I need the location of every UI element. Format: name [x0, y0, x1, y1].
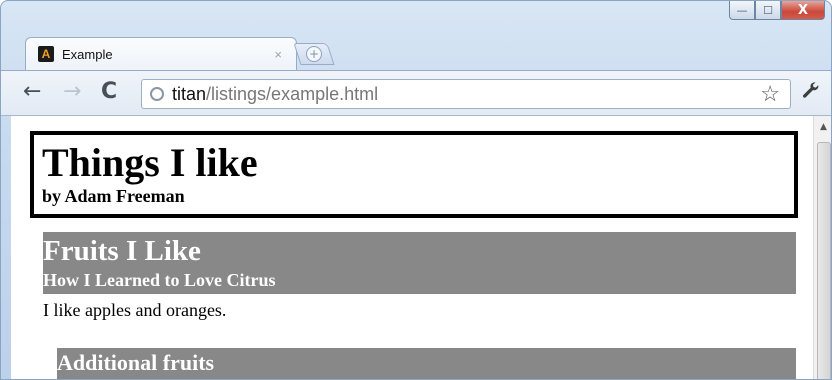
wrench-icon-graphic — [803, 82, 819, 98]
maximize-button[interactable]: ☐ — [755, 1, 781, 20]
new-tab-button[interactable]: + — [293, 43, 335, 65]
additional-fruits-header: Additional fruits — [57, 348, 796, 379]
tab-example[interactable]: A Example × — [25, 37, 297, 70]
scroll-up-arrow-icon[interactable]: ▲ — [814, 122, 831, 132]
tab-title: Example — [62, 46, 113, 62]
page-viewport: Things I like by Adam Freeman Fruits I L… — [11, 116, 831, 379]
section-paragraph: I like apples and oranges. — [43, 300, 227, 320]
section-title: Fruits I Like — [43, 235, 201, 267]
favicon-letter: A — [41, 47, 51, 61]
bookmark-star-icon[interactable]: ☆ — [760, 81, 780, 107]
page-subtitle: by Adam Freeman — [42, 186, 185, 206]
subsection-title: Additional fruits — [57, 350, 215, 375]
scrollbar-thumb[interactable] — [817, 142, 831, 379]
section-subtitle: How I Learned to Love Citrus — [43, 270, 276, 290]
page-title: Things I like — [42, 140, 258, 185]
address-bar[interactable]: titan /listings/example.html ☆ — [141, 79, 791, 109]
globe-icon — [150, 87, 164, 101]
vertical-scrollbar[interactable]: ▲ — [813, 116, 831, 379]
browser-toolbar: ← → C titan /listings/example.html ☆ — [1, 70, 831, 116]
reload-icon[interactable]: C — [101, 79, 117, 105]
favicon-icon: A — [38, 46, 54, 62]
tab-close-icon[interactable]: × — [274, 47, 282, 62]
close-window-button[interactable]: X — [781, 1, 825, 20]
window-caption-buttons: — ☐ X — [729, 1, 825, 21]
url-host: titan — [172, 83, 207, 104]
wrench-icon[interactable] — [801, 80, 821, 105]
url-path: /listings/example.html — [206, 83, 379, 104]
page-header: Things I like by Adam Freeman — [30, 131, 798, 218]
minimize-button[interactable]: — — [729, 1, 755, 20]
plus-icon: + — [306, 46, 322, 62]
back-arrow-icon[interactable]: ← — [23, 79, 41, 105]
fruits-section-header: Fruits I Like How I Learned to Love Citr… — [43, 232, 796, 294]
forward-arrow-icon[interactable]: → — [63, 79, 81, 105]
browser-window: — ☐ X A Example × + ← → C titan /listing… — [0, 0, 832, 380]
